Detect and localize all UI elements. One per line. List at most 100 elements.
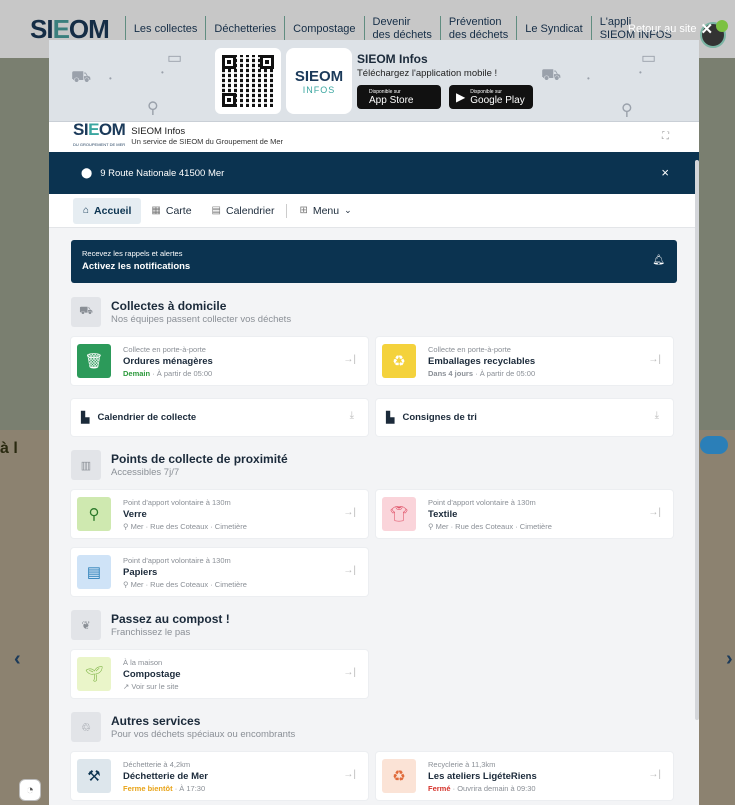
card-dechetterie[interactable]: ⚒ Déchetterie à 4,2km Déchetterie de Mer… [71, 752, 368, 800]
notification-line1: Recevez les rappels et alertes [82, 249, 183, 258]
promo-title: SIEOM Infos [357, 52, 428, 66]
fullscreen-icon[interactable]: ⛶ [662, 131, 669, 142]
section-title: Points de collecte de proximité [111, 452, 288, 466]
site-nav-item[interactable]: Les collectes [124, 16, 206, 42]
store-label: App Store [369, 94, 414, 106]
card-status: Fermé [428, 783, 451, 793]
section-compost: ❦ Passez au compost ! Franchissez le pas [71, 610, 677, 640]
container-icon: ▥ [71, 450, 101, 480]
card-detail: ⚲ Mer · Rue des Coteaux · Cimetière [123, 522, 247, 531]
card-compostage[interactable]: 🌱︎ À la maison Compostage ↗ Voir sur le … [71, 650, 368, 698]
calendrier-collecte-button[interactable]: ▙ Calendrier de collecte ⤓ [71, 399, 368, 436]
card-recyclerie[interactable]: ♻︎ Recyclerie à 11,3km Les ateliers Ligé… [376, 752, 673, 800]
consignes-tri-button[interactable]: ▙ Consignes de tri ⤓ [376, 399, 673, 436]
card-detail: Dans 4 jours · À partir de 05:00 [428, 369, 535, 378]
tab-accueil[interactable]: ⌂ Accueil [73, 197, 142, 224]
site-nav-item[interactable]: Le Syndicat [516, 16, 590, 42]
promo-text: SIEOM Infos Téléchargez l'application mo… [357, 52, 533, 109]
card-title: Emballages recyclables [428, 355, 536, 367]
card-status: Demain [123, 368, 151, 378]
recycle-icon: ♻︎ [382, 759, 416, 793]
map-icon: ▦ [151, 205, 161, 216]
site-nav-item[interactable]: Compostage [284, 16, 363, 42]
status-dot [716, 20, 728, 32]
pin-icon: ⚲ [123, 579, 129, 589]
address-text: 9 Route Nationale 41500 Mer [100, 167, 225, 179]
app-logo-bottom: INFOS [302, 85, 336, 95]
app-name: SIEOM Infos [131, 126, 186, 137]
retour-au-site-button[interactable]: Retour au site ✕ [628, 20, 713, 38]
tab-carte[interactable]: ▦ Carte [141, 198, 201, 224]
tshirt-icon: 👕︎ [382, 497, 416, 531]
card-ordures-menageres[interactable]: 🗑︎ Collecte en porte-à-porte Ordures mén… [71, 337, 368, 385]
divider [286, 203, 288, 218]
card-detail: ↗ Voir sur le site [123, 682, 181, 691]
app-store-button[interactable]: Disponible sur App Store [357, 85, 441, 109]
recycle-icon: ♲ [71, 712, 101, 742]
arrow-right-icon: →| [343, 667, 356, 678]
google-play-button[interactable]: ▶ Disponible sur Google Play [449, 85, 533, 109]
arrow-right-icon: →| [648, 507, 661, 518]
section-subtitle: Franchissez le pas [111, 627, 191, 638]
app-modal: ⛟ • ▭ • ⚲ ⛟ • ▭ • ⚲ SIEOM INFOS SIEOM In… [49, 40, 699, 805]
card-kicker: À la maison [123, 657, 163, 667]
site-nav-item[interactable]: Déchetteries [205, 16, 284, 42]
newspaper-icon: ▤ [77, 555, 111, 589]
card-title: Papiers [123, 566, 158, 578]
site-side-label: à l [0, 440, 18, 457]
download-icon: ⤓ [654, 410, 659, 421]
card-kicker: Collecte en porte-à-porte [123, 344, 206, 354]
app-header-name: SIEOM Infos Un service de SIEOM du Group… [131, 127, 283, 147]
external-link-icon: ↗ [123, 681, 130, 691]
card-title: Compostage [123, 668, 181, 680]
scrollbar[interactable] [695, 160, 699, 720]
card-detail-text: · À partir de 05:00 [152, 368, 213, 378]
tab-menu[interactable]: ⊞ Menu ⌄ [289, 198, 361, 224]
arrow-right-icon: →| [343, 769, 356, 780]
grid-icon: ⊞ [299, 205, 308, 216]
app-header-logo: SIEOM DU GROUPEMENT DE MER [73, 121, 126, 152]
card-detail-text: · À partir de 05:00 [475, 368, 536, 378]
tab-calendrier[interactable]: ▤ Calendrier [202, 198, 285, 224]
arrow-right-icon: →| [343, 565, 356, 576]
arrow-right-icon: →| [343, 507, 356, 518]
chevron-right-icon[interactable]: › [726, 648, 733, 671]
card-detail-text: · Ouvrira demain à 09:30 [452, 783, 536, 793]
pin-icon: ⚲ [123, 521, 129, 531]
card-detail-text: · À 17:30 [174, 783, 206, 793]
dot-icon: • [161, 68, 164, 77]
card-emballages[interactable]: ♻︎ Collecte en porte-à-porte Emballages … [376, 337, 673, 385]
card-kicker: Point d'apport volontaire à 130m [123, 555, 231, 565]
pdf-icon: ▙ [386, 412, 395, 424]
card-status: Dans 4 jours [428, 368, 474, 378]
card-detail-text: Voir sur le site [131, 681, 179, 691]
card-verre[interactable]: ⚲ Point d'apport volontaire à 130m Verre… [71, 490, 368, 538]
card-detail: Demain · À partir de 05:00 [123, 369, 213, 378]
card-title: Textile [428, 508, 458, 520]
card-title: Déchetterie de Mer [123, 770, 209, 782]
chevron-down-icon: ⌄ [344, 205, 352, 215]
section-subtitle: Pour vos déchets spéciaux ou encombrants [111, 729, 296, 740]
card-title: Ordures ménagères [123, 355, 213, 367]
cookie-icon[interactable]: ◔ [19, 779, 41, 801]
bell-icon: 🔔︎ [652, 255, 665, 266]
close-icon[interactable]: × [661, 165, 669, 180]
card-status: Ferme bientôt [123, 783, 173, 793]
site-nav-item[interactable]: Devenir des déchets [363, 16, 440, 42]
card-detail-text: Mer · Rue des Coteaux · Cimetière [435, 521, 552, 531]
address-bar[interactable]: ⬤ 9 Route Nationale 41500 Mer × [49, 152, 699, 194]
arrow-right-icon: →| [343, 354, 356, 365]
section-title: Collectes à domicile [111, 299, 227, 313]
sprout-icon: 🌱︎ [77, 657, 111, 691]
section-subtitle: Nos équipes passent collecter vos déchet… [111, 314, 292, 325]
truck-icon: ⛟ [541, 67, 562, 84]
site-menu: Les collectes Déchetteries Compostage De… [124, 16, 680, 42]
notification-banner[interactable]: Recevez les rappels et alertes Activez l… [71, 240, 677, 283]
card-papiers[interactable]: ▤ Point d'apport volontaire à 130m Papie… [71, 548, 368, 596]
site-nav-item[interactable]: Prévention des déchets [439, 16, 516, 42]
card-row: ⚒ Déchetterie à 4,2km Déchetterie de Mer… [71, 752, 677, 800]
bottle-icon: ⚲ [147, 100, 159, 117]
chevron-left-icon[interactable]: ‹ [14, 648, 21, 671]
card-textile[interactable]: 👕︎ Point d'apport volontaire à 130m Text… [376, 490, 673, 538]
dot-icon: • [639, 68, 642, 77]
